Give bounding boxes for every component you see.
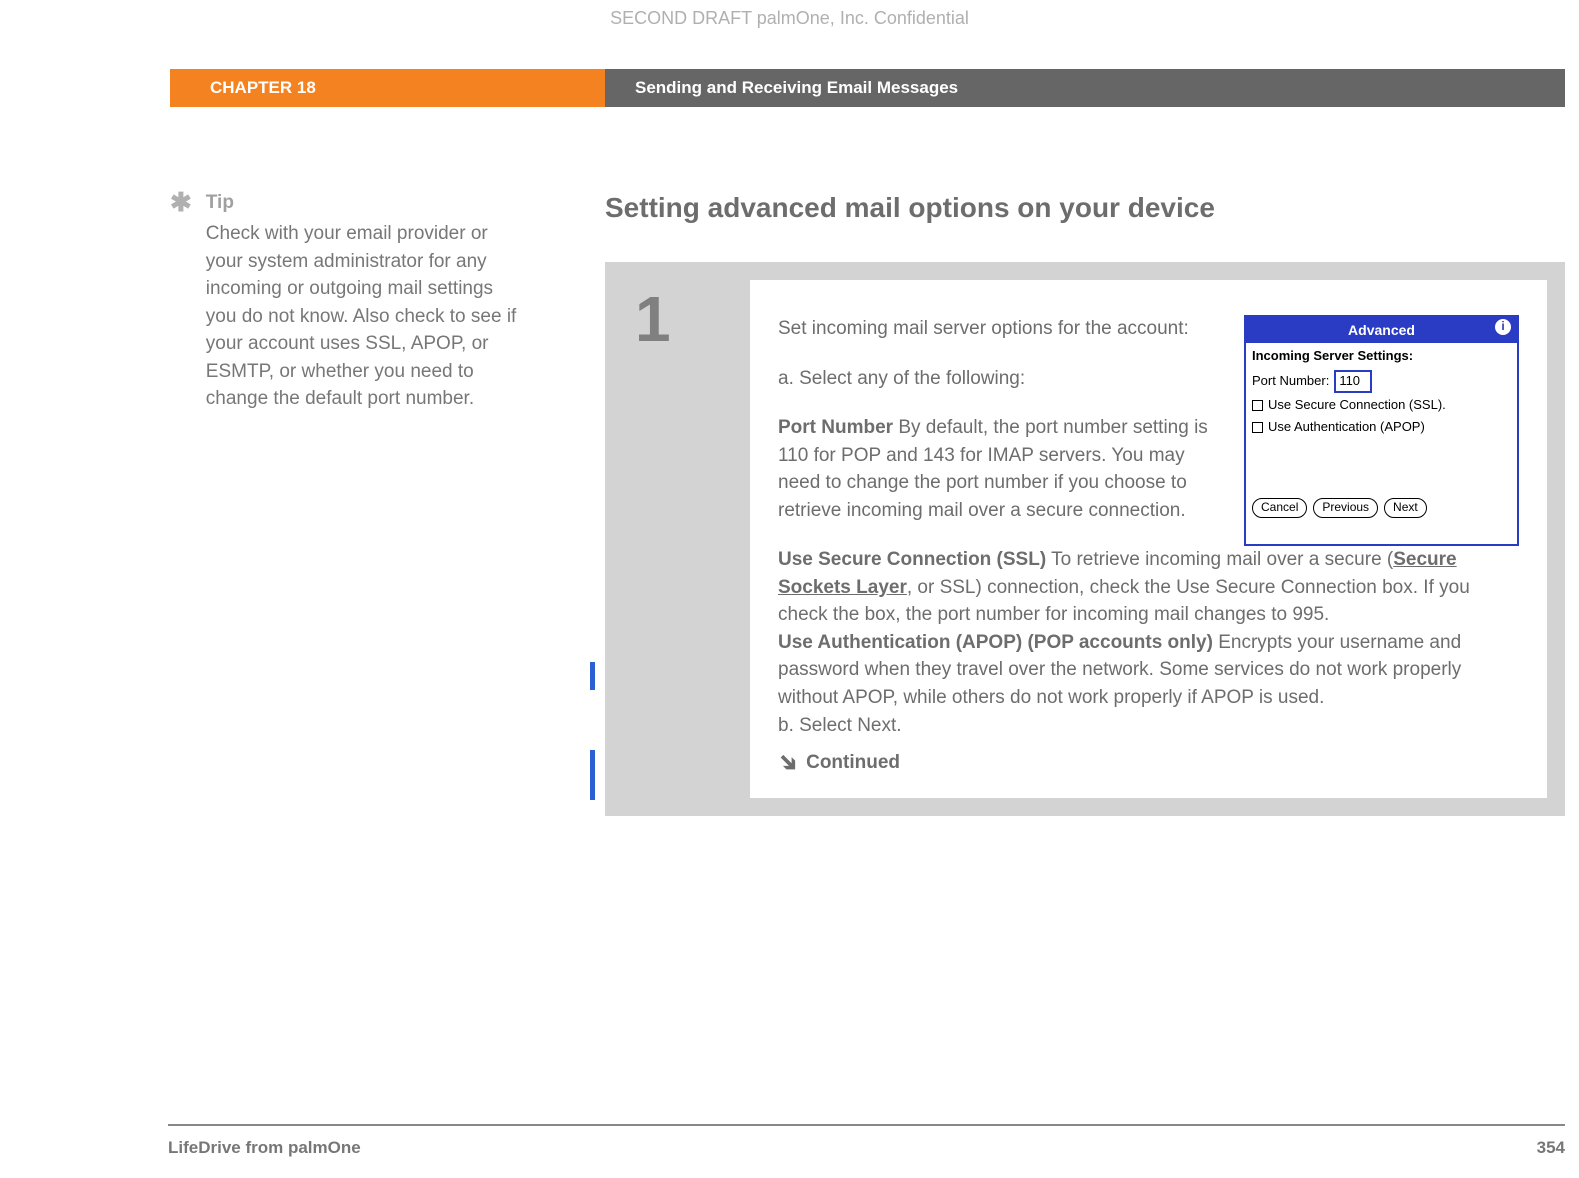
- port-number-paragraph: Port Number By default, the port number …: [778, 414, 1214, 524]
- step-number: 1: [605, 262, 750, 816]
- pda-ssl-row: Use Secure Connection (SSL).: [1252, 396, 1511, 415]
- step-text-column: Set incoming mail server options for the…: [778, 315, 1214, 546]
- main-content: Setting advanced mail options on your de…: [605, 192, 1579, 816]
- step-box: 1 Set incoming mail server options for t…: [605, 262, 1565, 816]
- pda-apop-row: Use Authentication (APOP): [1252, 418, 1511, 437]
- continued-indicator: ➔ Continued: [778, 749, 900, 777]
- section-title: Setting advanced mail options on your de…: [605, 192, 1565, 224]
- chapter-label: CHAPTER 18: [170, 69, 605, 107]
- apop-term: Use Authentication (APOP) (POP accounts …: [778, 632, 1213, 653]
- apop-checkbox[interactable]: [1252, 422, 1263, 433]
- pda-button-row: Cancel Previous Next: [1246, 498, 1517, 523]
- arrow-down-right-icon: ➔: [781, 756, 795, 770]
- tip-content: Tip Check with your email provider or yo…: [206, 192, 525, 413]
- cancel-button[interactable]: Cancel: [1252, 498, 1307, 517]
- pda-titlebar: Advanced i: [1246, 317, 1517, 343]
- step-content: Set incoming mail server options for the…: [750, 280, 1547, 798]
- chapter-title: Sending and Receiving Email Messages: [605, 69, 1565, 107]
- confidential-header: SECOND DRAFT palmOne, Inc. Confidential: [0, 0, 1579, 69]
- device-screenshot: Advanced i Incoming Server Settings: Por…: [1244, 315, 1519, 546]
- tip-text: Check with your email provider or your s…: [206, 220, 525, 413]
- ssl-pre: To retrieve incoming mail over a secure …: [1046, 549, 1393, 570]
- sidebar: ✱ Tip Check with your email provider or …: [0, 192, 605, 816]
- pda-port-input[interactable]: 110: [1334, 370, 1372, 393]
- step-top-row: Set incoming mail server options for the…: [778, 315, 1519, 546]
- pda-ssl-label: Use Secure Connection (SSL).: [1268, 396, 1446, 415]
- tip-label: Tip: [206, 192, 525, 214]
- asterisk-icon: ✱: [170, 192, 192, 413]
- pda-title-text: Advanced: [1348, 322, 1415, 338]
- next-button[interactable]: Next: [1384, 498, 1427, 517]
- pda-port-row: Port Number: 110: [1252, 370, 1511, 393]
- change-bar-icon: [590, 662, 595, 690]
- pda-section-label: Incoming Server Settings:: [1252, 347, 1511, 366]
- change-bar-icon: [590, 750, 595, 800]
- continued-label: Continued: [806, 749, 900, 777]
- pda-body: Incoming Server Settings: Port Number: 1…: [1246, 343, 1517, 498]
- page-body: ✱ Tip Check with your email provider or …: [0, 107, 1579, 816]
- ssl-checkbox[interactable]: [1252, 400, 1263, 411]
- ssl-paragraph: Use Secure Connection (SSL) To retrieve …: [778, 546, 1519, 629]
- footer-product: LifeDrive from palmOne: [168, 1138, 361, 1158]
- tip-block: ✱ Tip Check with your email provider or …: [170, 192, 525, 413]
- step-sub-a: a. Select any of the following:: [778, 365, 1214, 393]
- header-spacer: [0, 69, 170, 107]
- ssl-term: Use Secure Connection (SSL): [778, 549, 1046, 570]
- info-icon[interactable]: i: [1495, 319, 1511, 335]
- apop-paragraph: Use Authentication (APOP) (POP accounts …: [778, 629, 1519, 712]
- port-term: Port Number: [778, 417, 893, 438]
- footer-page-number: 354: [1537, 1138, 1565, 1158]
- pda-apop-label: Use Authentication (APOP): [1268, 418, 1425, 437]
- pda-port-label: Port Number:: [1252, 372, 1329, 391]
- chapter-header-bar: CHAPTER 18 Sending and Receiving Email M…: [0, 69, 1565, 107]
- previous-button[interactable]: Previous: [1313, 498, 1378, 517]
- step-sub-b: b. Select Next.: [778, 712, 1519, 740]
- step-intro: Set incoming mail server options for the…: [778, 315, 1214, 343]
- page-footer: LifeDrive from palmOne 354: [168, 1124, 1565, 1158]
